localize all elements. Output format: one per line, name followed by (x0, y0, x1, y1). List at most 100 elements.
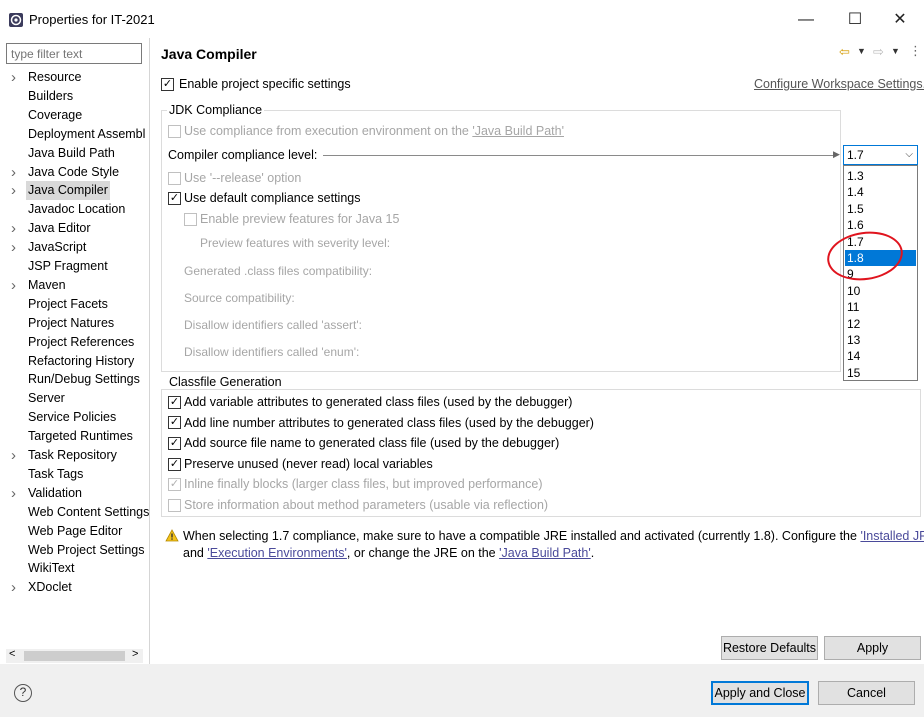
source-compat-label: Source compatibility: (184, 291, 295, 305)
dropdown-option[interactable]: 1.3 (845, 168, 916, 184)
tree-item[interactable]: › Java Compiler (0, 181, 149, 201)
java-build-path-link-disabled: 'Java Build Path' (472, 124, 564, 138)
dropdown-option[interactable]: 1.5 (845, 201, 916, 217)
compliance-level-combo[interactable]: 1.7 ⌵ (843, 145, 918, 165)
source-name-checkbox[interactable]: ✓ (168, 437, 181, 450)
line-attrs-checkbox[interactable]: ✓ (168, 416, 181, 429)
dropdown-option[interactable]: 13 (845, 332, 916, 348)
tree-item[interactable]: Builders (0, 87, 149, 106)
dropdown-option[interactable]: 15 (845, 365, 916, 381)
execution-environments-link[interactable]: 'Execution Environments' (207, 546, 347, 560)
enable-project-specific-checkbox[interactable]: ✓ (161, 78, 174, 91)
chevron-right-icon[interactable]: › (11, 276, 21, 295)
preserve-locals-checkbox[interactable]: ✓ (168, 458, 181, 471)
tree-item[interactable]: Web Page Editor (0, 522, 149, 541)
chevron-right-icon[interactable]: › (11, 68, 21, 87)
disallow-enum-label: Disallow identifiers called 'enum': (184, 345, 360, 359)
apply-and-close-button[interactable]: Apply and Close (711, 681, 809, 705)
tree-item[interactable]: Project Facets (0, 295, 149, 314)
tree-item[interactable]: Task Tags (0, 465, 149, 484)
chevron-right-icon[interactable]: › (11, 484, 21, 503)
dropdown-option[interactable]: 1.6 (845, 217, 916, 233)
tree-item[interactable]: › JavaScript (0, 238, 149, 257)
window-title: Properties for IT-2021 (29, 12, 155, 27)
configure-workspace-link[interactable]: Configure Workspace Settings... (754, 77, 924, 91)
store-params-label: Store information about method parameter… (184, 498, 549, 512)
tree-item[interactable]: Java Build Path (0, 144, 149, 163)
release-option-checkbox[interactable] (168, 172, 181, 185)
tree-item[interactable]: Refactoring History (0, 352, 149, 371)
store-params-checkbox[interactable] (168, 499, 181, 512)
tree-item-label: Run/Debug Settings (28, 372, 140, 387)
jdk-compliance-title: JDK Compliance (167, 103, 265, 117)
dropdown-option[interactable]: 11 (845, 299, 916, 315)
chevron-right-icon[interactable]: › (11, 578, 21, 597)
tree-item[interactable]: Deployment Assembl (0, 125, 149, 144)
inline-finally-checkbox[interactable]: ✓ (168, 478, 181, 491)
back-menu-chevron-icon[interactable]: ▼ (857, 46, 866, 56)
tree-item[interactable]: › Java Editor (0, 219, 149, 238)
tree-item[interactable]: › Validation (0, 484, 149, 503)
chevron-down-icon[interactable]: ⌵ (905, 146, 913, 164)
tree-item[interactable]: Project Natures (0, 314, 149, 333)
filter-input[interactable] (6, 43, 142, 64)
tree-item-label: Coverage (28, 107, 83, 122)
tree-item[interactable]: Coverage (0, 106, 149, 125)
java-build-path-link[interactable]: 'Java Build Path' (499, 546, 591, 560)
forward-arrow-icon[interactable]: ⇨ (873, 44, 884, 60)
tree-item-label: Web Page Editor (28, 523, 123, 538)
chevron-right-icon[interactable]: › (11, 219, 21, 238)
dropdown-option[interactable]: 1.4 (845, 184, 916, 200)
tree-item[interactable]: Service Policies (0, 408, 149, 427)
warning-text-end: . (590, 546, 595, 560)
tree-item[interactable]: › Java Code Style (0, 163, 149, 182)
scroll-left-icon[interactable]: < (9, 648, 15, 660)
tree-item[interactable]: Web Content Settings (0, 503, 150, 522)
cancel-button[interactable]: Cancel (818, 681, 915, 705)
warning-line-1: When selecting 1.7 compliance, make sure… (183, 529, 924, 543)
maximize-button[interactable]: ☐ (835, 6, 875, 34)
tree-item[interactable]: › XDoclet (0, 578, 149, 597)
sidebar-horizontal-scrollbar[interactable]: < > (6, 648, 143, 663)
installed-jres-link[interactable]: 'Installed JREs' (860, 529, 924, 543)
tree-item-label: Javadoc Location (28, 202, 126, 217)
scrollbar-thumb[interactable] (24, 651, 125, 661)
tree-item[interactable]: › Maven (0, 276, 149, 295)
tree-item[interactable]: Web Project Settings (0, 541, 149, 560)
tree-item-label: Java Code Style (28, 164, 120, 179)
tree-item[interactable]: WikiText (0, 559, 149, 578)
tree-item[interactable]: › Task Repository (0, 446, 149, 465)
chevron-right-icon[interactable]: › (11, 238, 21, 257)
view-menu-icon[interactable]: ⋮ (909, 43, 922, 59)
chevron-right-icon[interactable]: › (11, 446, 21, 465)
use-default-compliance-checkbox[interactable]: ✓ (168, 192, 181, 205)
tree-item-label: Web Content Settings (28, 504, 150, 519)
tree-item[interactable]: Targeted Runtimes (0, 427, 149, 446)
back-arrow-icon[interactable]: ⇦ (839, 44, 850, 60)
dialog-footer: ? Apply and Close Cancel (0, 664, 924, 717)
eclipse-app-icon (9, 13, 23, 27)
minimize-button[interactable]: — (786, 6, 826, 34)
tree-item[interactable]: Project References (0, 333, 149, 352)
main-panel: Java Compiler ⇦ ▼ ⇨ ▼ ⋮ ✓ Enable project… (151, 38, 924, 664)
dropdown-option[interactable]: 14 (845, 348, 916, 364)
tree-item[interactable]: › Resource (0, 68, 149, 87)
enable-preview-checkbox[interactable] (184, 213, 197, 226)
tree-item[interactable]: Javadoc Location (0, 200, 149, 219)
restore-defaults-button[interactable]: Restore Defaults (721, 636, 818, 660)
dropdown-option[interactable]: 12 (845, 316, 916, 332)
dropdown-option[interactable]: 10 (845, 283, 916, 299)
chevron-right-icon[interactable]: › (11, 163, 21, 182)
tree-item[interactable]: Server (0, 389, 149, 408)
forward-menu-chevron-icon[interactable]: ▼ (891, 46, 900, 56)
tree-item[interactable]: JSP Fragment (0, 257, 149, 276)
tree-item[interactable]: Run/Debug Settings (0, 370, 149, 389)
chevron-right-icon[interactable]: › (11, 181, 21, 200)
help-icon[interactable]: ? (14, 684, 32, 702)
var-attrs-checkbox[interactable]: ✓ (168, 396, 181, 409)
scroll-right-icon[interactable]: > (132, 648, 138, 660)
apply-button[interactable]: Apply (824, 636, 921, 660)
close-button[interactable]: ✕ (880, 6, 920, 34)
tree-item-label: Project References (28, 334, 135, 349)
use-compliance-ee-checkbox[interactable] (168, 125, 181, 138)
